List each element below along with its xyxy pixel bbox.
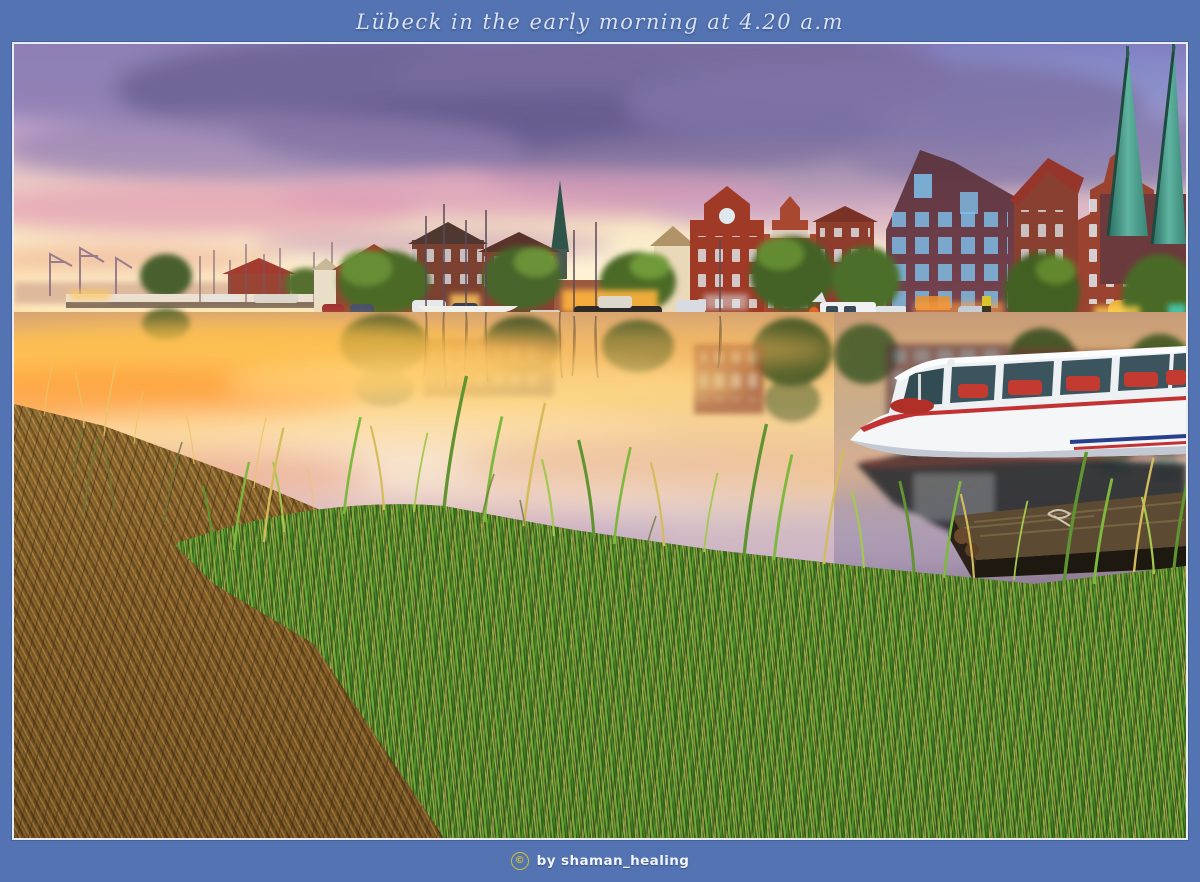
photo-title: Lübeck in the early morning at 4.20 a.m	[356, 10, 844, 34]
copyright-icon: ©	[511, 852, 529, 870]
credit-text: by shaman_healing	[537, 853, 690, 869]
lubeck-sunrise-photo	[14, 44, 1186, 838]
title-band: Lübeck in the early morning at 4.20 a.m	[0, 0, 1200, 44]
framed-photo	[12, 42, 1188, 840]
credit-band: © by shaman_healing	[0, 840, 1200, 882]
